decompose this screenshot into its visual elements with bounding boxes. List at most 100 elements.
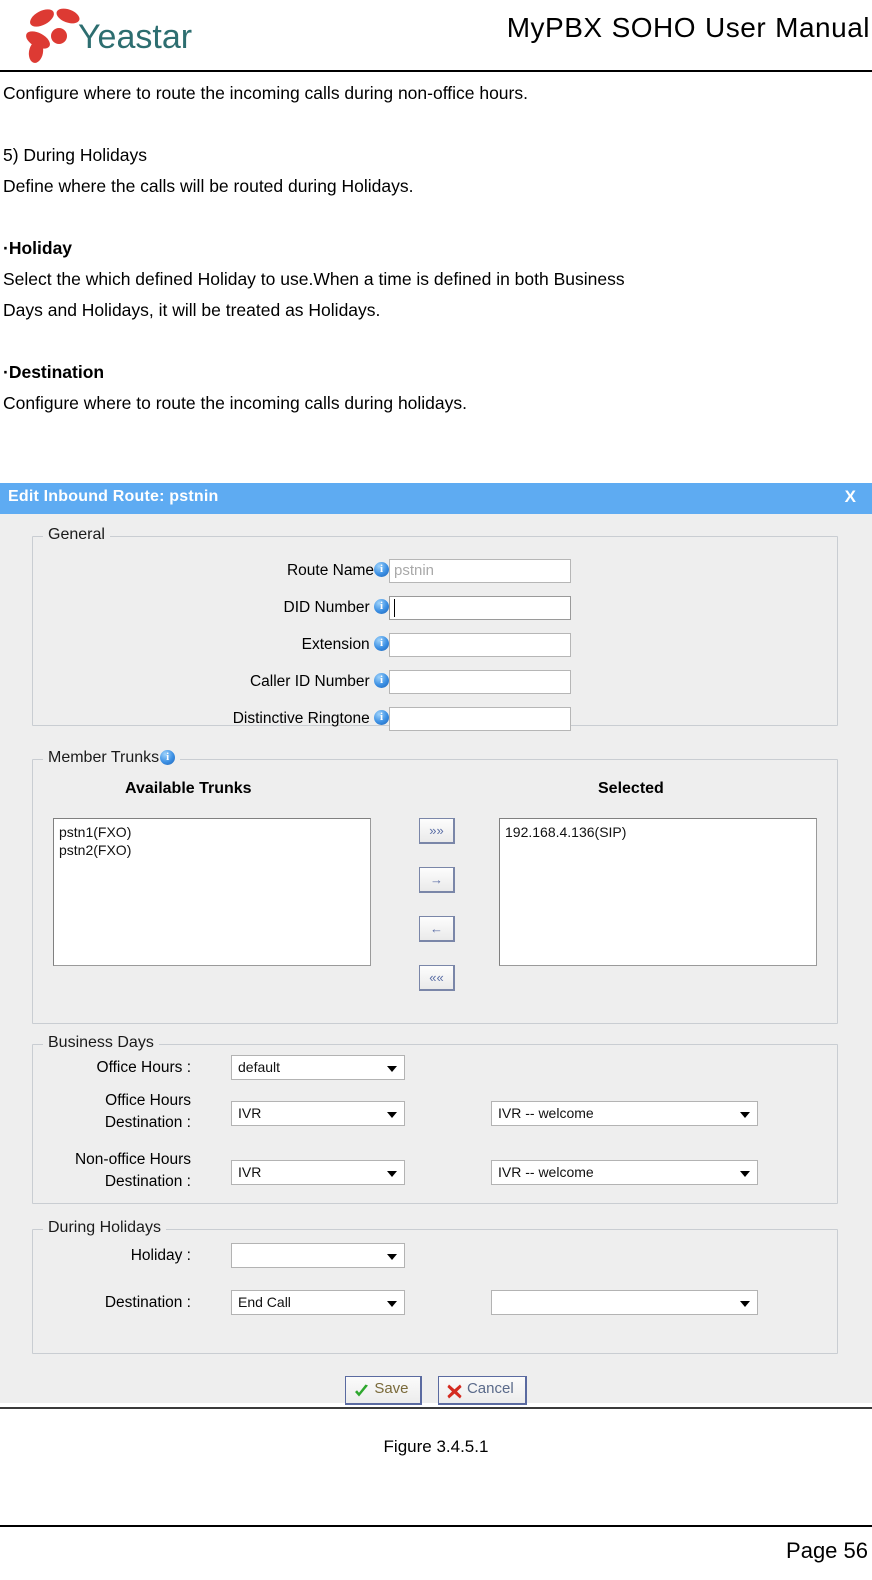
selected-header: Selected [598, 780, 664, 797]
logo-wordmark: Yeastar [78, 18, 192, 56]
holiday-label: Holiday : [130, 1247, 191, 1264]
text-cursor [394, 599, 395, 617]
office-hours-destination-label: Office Hours Destination : [104, 1092, 191, 1131]
dialog-body: General Route Name : pstnin DID Number :… [0, 514, 872, 1405]
did-number-label: DID Number [284, 598, 389, 617]
chevron-down-icon [387, 1301, 397, 1307]
extension-input[interactable] [389, 633, 571, 657]
general-fieldset: General Route Name : pstnin DID Number :… [32, 526, 839, 731]
info-icon[interactable] [374, 709, 389, 725]
route-name-label: Route Name [287, 561, 389, 580]
chevron-down-icon [740, 1171, 750, 1177]
footer-divider [0, 1525, 872, 1527]
figure-caption: Figure 3.4.5.1 [383, 1437, 489, 1456]
manual-title: MyPBX SOHO User Manual [507, 12, 870, 44]
during-holidays-fieldset: During Holidays Holiday : Destination : … [32, 1219, 838, 1354]
save-button-label: Save [374, 1380, 409, 1397]
business-days-fieldset: Business Days Office Hours : default Off… [32, 1034, 838, 1204]
logo-petals [26, 8, 80, 63]
distinctive-ringtone-label: Distinctive Ringtone [233, 709, 389, 728]
title-word-4: Manual [775, 12, 870, 43]
caller-id-number-input[interactable] [389, 670, 571, 694]
available-trunks-listbox[interactable]: pstn1(FXO) pstn2(FXO) [53, 818, 371, 966]
cancel-button-label: Cancel [466, 1380, 514, 1397]
chevron-down-icon [387, 1112, 397, 1118]
non-office-hours-destination-target-value: IVR -- welcome [498, 1164, 594, 1180]
destination-description: Configure where to route the incoming ca… [3, 393, 468, 413]
destination-subheading: ·Destination [3, 362, 105, 382]
distinctive-ringtone-input[interactable] [389, 707, 571, 731]
chevron-down-icon [387, 1254, 397, 1260]
caller-id-number-label: Caller ID Number [250, 672, 389, 691]
save-button[interactable]: Save [345, 1376, 422, 1405]
title-word-1: MyPBX [506, 12, 603, 43]
chevron-down-icon [740, 1112, 750, 1118]
holiday-destination-target-select[interactable] [491, 1290, 758, 1315]
move-right-button[interactable]: → [419, 867, 455, 893]
business-days-legend: Business Days [43, 1034, 159, 1052]
holiday-destination-value: End Call [238, 1294, 291, 1310]
move-all-left-button[interactable]: «« [419, 965, 455, 991]
x-icon [446, 1383, 463, 1400]
office-hours-destination-target-select[interactable]: IVR -- welcome [491, 1101, 758, 1126]
non-office-hours-destination-value: IVR [238, 1164, 262, 1180]
section-heading: 5) During Holidays [3, 145, 147, 165]
field-row-distinctive-ringtone: Distinctive Ringtone : [33, 707, 839, 733]
section-description: Define where the calls will be routed du… [3, 176, 414, 196]
move-all-right-button[interactable]: »» [419, 818, 455, 844]
holiday-description-line1: Select the which defined Holiday to use.… [3, 269, 625, 289]
intro-paragraph: Configure where to route the incoming ca… [3, 83, 528, 103]
info-icon[interactable] [374, 672, 389, 688]
holiday-description-line2: Days and Holidays, it will be treated as… [3, 300, 381, 320]
info-icon[interactable] [374, 635, 389, 651]
holiday-destination-select[interactable]: End Call [231, 1290, 405, 1315]
info-icon[interactable] [374, 561, 389, 577]
chevron-down-icon [387, 1066, 397, 1072]
chevron-down-icon [387, 1171, 397, 1177]
field-row-did-number: DID Number : [33, 596, 839, 622]
available-trunks-header: Available Trunks [125, 780, 252, 797]
general-legend: General [43, 526, 110, 544]
list-item[interactable]: pstn1(FXO) [59, 823, 370, 841]
yeastar-logo: Yeastar [14, 2, 194, 64]
holiday-subheading: ·Holiday [3, 238, 73, 258]
extension-label: Extension [302, 635, 389, 654]
dialog-title: Edit Inbound Route: pstnin [8, 488, 219, 505]
route-name-input[interactable]: pstnin [389, 559, 571, 583]
office-hours-destination-target-value: IVR -- welcome [498, 1105, 594, 1121]
office-hours-destination-value: IVR [238, 1105, 262, 1121]
cancel-button[interactable]: Cancel [437, 1376, 527, 1405]
member-trunks-legend: Member Trunks [43, 749, 181, 767]
dialog-action-row: Save Cancel [0, 1376, 872, 1405]
info-icon[interactable] [160, 749, 176, 765]
holiday-select[interactable] [231, 1243, 405, 1268]
figure-divider [0, 1407, 872, 1409]
office-hours-label: Office Hours : [96, 1059, 191, 1076]
edit-inbound-route-dialog: Edit Inbound Route: pstnin X General Rou… [0, 483, 872, 1405]
non-office-hours-destination-target-select[interactable]: IVR -- welcome [491, 1160, 758, 1185]
office-hours-destination-select[interactable]: IVR [231, 1101, 405, 1126]
office-hours-select[interactable]: default [231, 1055, 405, 1080]
non-office-hours-destination-label: Non-office Hours Destination : [74, 1151, 191, 1190]
check-icon [353, 1383, 370, 1400]
field-row-route-name: Route Name : pstnin [33, 559, 839, 585]
move-left-button[interactable]: ← [419, 916, 455, 942]
non-office-hours-destination-select[interactable]: IVR [231, 1160, 405, 1185]
title-word-2: SOHO [611, 12, 697, 43]
page-header: Yeastar MyPBX SOHO User Manual [0, 0, 872, 72]
close-icon[interactable]: X [845, 487, 856, 507]
info-icon[interactable] [374, 598, 389, 614]
office-hours-value: default [238, 1059, 281, 1075]
did-number-input[interactable] [389, 596, 571, 620]
document-body: Configure where to route the incoming ca… [3, 78, 869, 419]
list-item[interactable]: pstn2(FXO) [59, 841, 370, 859]
header-divider [0, 70, 872, 72]
list-item[interactable]: 192.168.4.136(SIP) [505, 823, 816, 841]
field-row-caller-id-number: Caller ID Number : [33, 670, 839, 696]
chevron-down-icon [740, 1301, 750, 1307]
selected-trunks-listbox[interactable]: 192.168.4.136(SIP) [499, 818, 817, 966]
dialog-titlebar: Edit Inbound Route: pstnin X [0, 483, 872, 514]
